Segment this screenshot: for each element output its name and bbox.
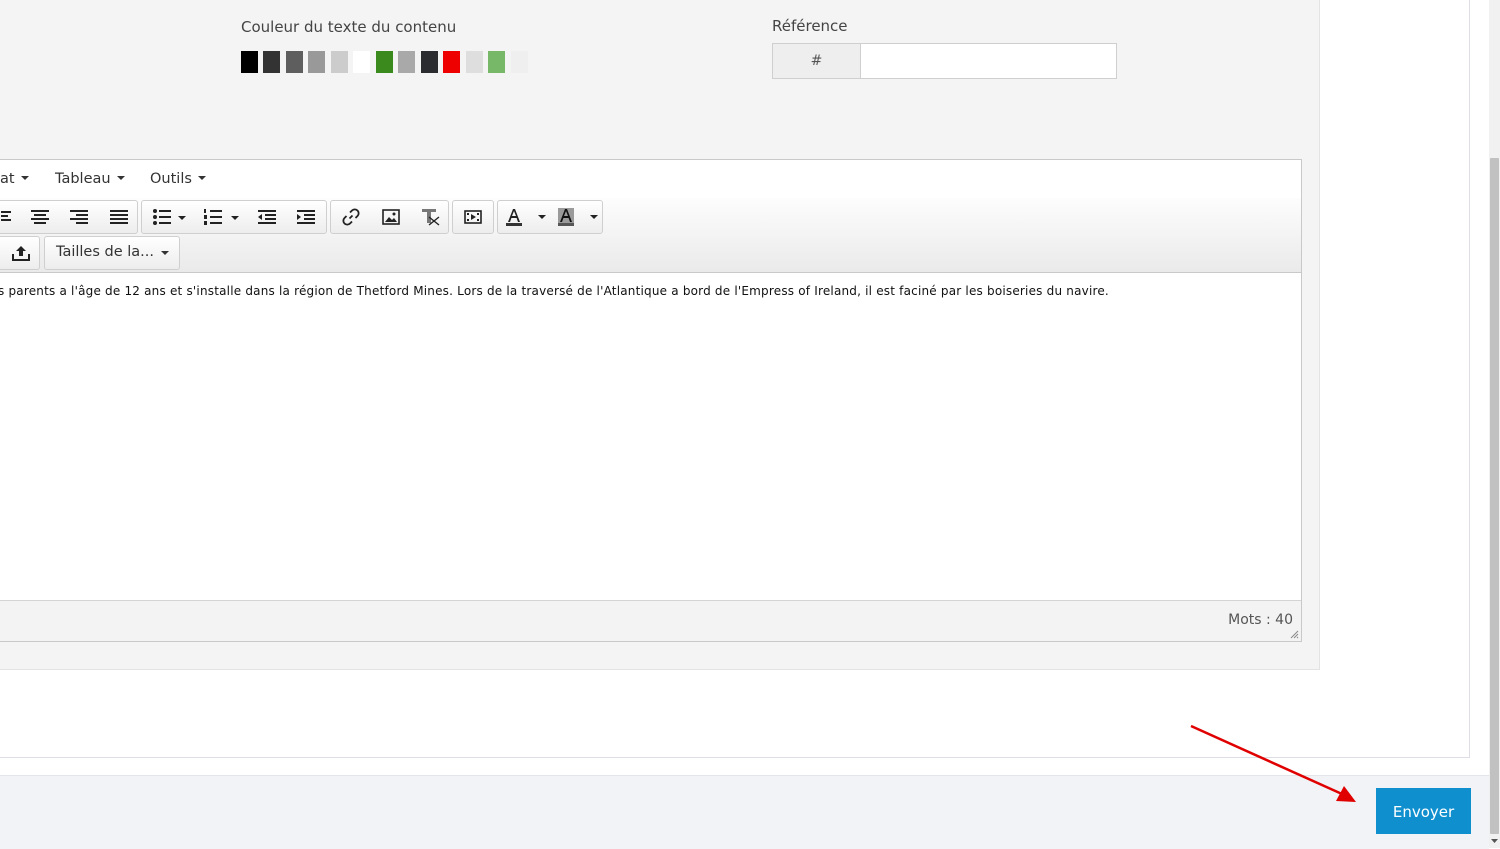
color-swatch[interactable]	[263, 51, 280, 73]
color-swatch[interactable]	[241, 51, 258, 73]
outdent-button[interactable]	[252, 201, 282, 233]
send-button[interactable]: Envoyer	[1376, 788, 1471, 834]
link-icon	[342, 208, 360, 226]
color-swatch[interactable]	[331, 51, 348, 73]
color-swatch[interactable]	[488, 51, 505, 73]
clear-format-icon	[422, 209, 440, 226]
word-count: Mots : 40	[1228, 612, 1293, 628]
align-left-icon	[1, 211, 11, 221]
menu-tools-label: Outils	[150, 171, 192, 187]
reference-input-group: #	[772, 43, 1117, 79]
insert-group	[330, 200, 449, 234]
color-swatch[interactable]	[466, 51, 483, 73]
color-swatch[interactable]	[308, 51, 325, 73]
editor-paragraph: s parents a l'âge de 12 ans et s'install…	[0, 284, 1109, 298]
link-button[interactable]	[335, 201, 367, 233]
align-right-icon	[70, 210, 88, 224]
indent-icon	[297, 210, 315, 224]
scrollbar-thumb[interactable]	[1490, 158, 1499, 834]
menu-table-label: Tableau	[55, 171, 111, 187]
content-settings-panel: Couleur du texte du contenu Référence # …	[0, 0, 1320, 670]
scroll-down-arrow-icon[interactable]	[1490, 836, 1499, 846]
color-swatch[interactable]	[443, 51, 460, 73]
align-justify-button[interactable]	[106, 201, 132, 233]
upload-icon	[12, 246, 30, 261]
menu-format-label: at	[0, 171, 15, 187]
align-group	[0, 200, 138, 234]
menu-table[interactable]: Tableau	[55, 171, 125, 187]
numbered-list-button[interactable]	[200, 201, 244, 233]
background-color-icon	[558, 208, 598, 226]
color-swatch[interactable]	[353, 51, 370, 73]
caret-down-icon	[116, 176, 125, 180]
reference-input[interactable]	[861, 44, 1116, 78]
reference-prefix: #	[773, 44, 861, 78]
caret-down-icon	[20, 176, 29, 180]
media-icon	[464, 210, 482, 224]
bullet-list-icon	[153, 209, 186, 225]
media-button[interactable]	[457, 201, 489, 233]
outdent-icon	[258, 210, 276, 224]
list-group	[141, 200, 327, 234]
align-center-button[interactable]	[27, 201, 53, 233]
color-swatch[interactable]	[421, 51, 438, 73]
upload-button[interactable]	[5, 237, 37, 269]
indent-button[interactable]	[291, 201, 321, 233]
editor-toolbar: Tailles de la...	[0, 198, 1301, 273]
reference-label: Référence	[772, 17, 848, 35]
editor-statusbar: Mots : 40	[0, 600, 1301, 641]
upload-group	[0, 236, 40, 270]
clear-format-button[interactable]	[414, 201, 446, 233]
caret-down-icon	[161, 251, 169, 255]
image-button[interactable]	[375, 201, 407, 233]
color-swatch[interactable]	[376, 51, 393, 73]
text-color-icon	[506, 209, 546, 226]
text-color-group	[497, 200, 603, 234]
color-swatch[interactable]	[511, 51, 528, 73]
background-color-button[interactable]	[556, 201, 600, 233]
annotation-arrow-icon	[1190, 724, 1356, 802]
editor-content-area[interactable]: s parents a l'âge de 12 ans et s'install…	[0, 274, 1301, 488]
align-center-icon	[31, 210, 49, 224]
menu-tools[interactable]: Outils	[150, 171, 206, 187]
rich-text-editor: at Tableau Outils Tailles de la... s par…	[0, 159, 1302, 642]
resize-handle-icon[interactable]	[1290, 630, 1299, 639]
content-color-label: Couleur du texte du contenu	[241, 18, 457, 36]
menu-format[interactable]: at	[0, 171, 29, 187]
numbered-list-icon	[204, 209, 239, 225]
font-size-select-label: Tailles de la...	[56, 244, 154, 260]
caret-down-icon	[197, 176, 206, 180]
align-left-button[interactable]	[0, 201, 15, 233]
media-group	[452, 200, 494, 234]
image-icon	[382, 209, 400, 225]
color-swatch[interactable]	[398, 51, 415, 73]
font-size-select[interactable]: Tailles de la...	[44, 236, 180, 270]
editor-menubar: at Tableau Outils	[0, 160, 1301, 199]
align-justify-icon	[110, 210, 128, 224]
color-swatch[interactable]	[286, 51, 303, 73]
text-color-button[interactable]	[504, 201, 548, 233]
bullet-list-button[interactable]	[148, 201, 192, 233]
align-right-button[interactable]	[66, 201, 92, 233]
